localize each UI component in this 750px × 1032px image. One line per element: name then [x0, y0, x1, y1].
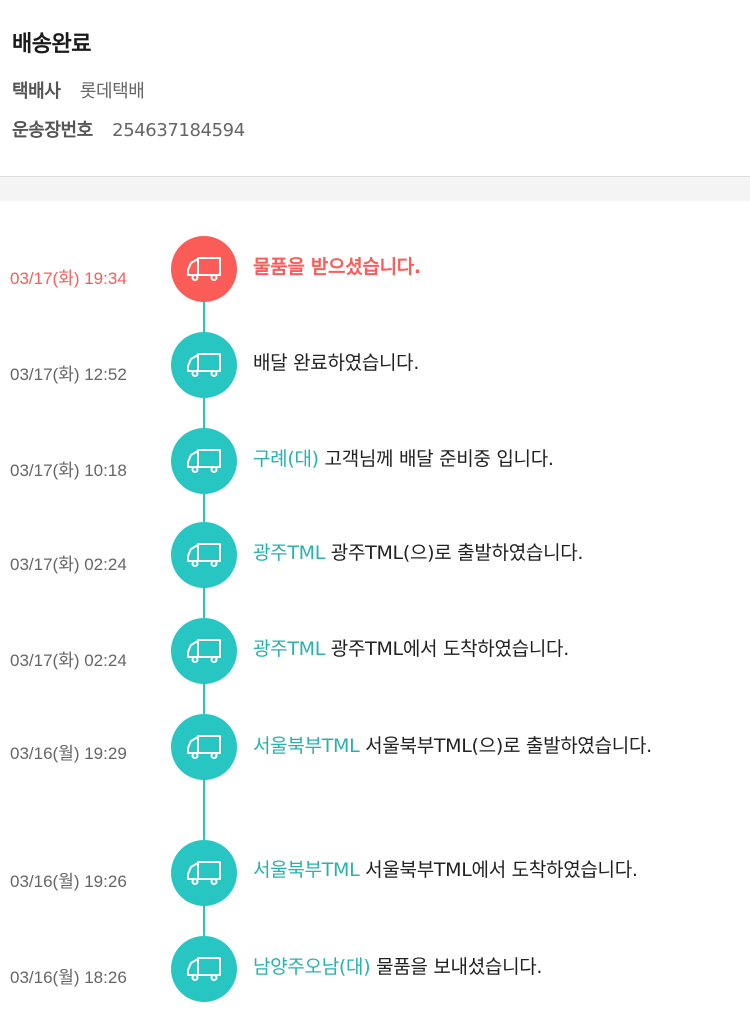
event-text: 배달 완료하였습니다.: [253, 352, 420, 374]
event-location: 서울북부TML: [253, 859, 360, 881]
event-text: 서울북부TML에서 도착하였습니다.: [365, 859, 638, 881]
event-text: 물품을 보내셨습니다.: [376, 956, 543, 978]
event-message: 광주TML 광주TML(으)로 출발하였습니다.: [253, 539, 733, 567]
tracking-timeline: 03/17(화) 19:34 물품을 받으셨습니다. 03/17(화) 12:5…: [0, 0, 750, 1032]
delivery-truck-icon: [171, 428, 237, 494]
event-message: 배달 완료하였습니다.: [253, 349, 733, 377]
event-text: 광주TML(으)로 출발하였습니다.: [330, 542, 584, 564]
event-text: 물품을 받으셨습니다.: [253, 256, 421, 278]
event-location: 광주TML: [253, 542, 326, 564]
event-message: 광주TML 광주TML에서 도착하였습니다.: [253, 635, 733, 663]
event-message: 남양주오남(대) 물품을 보내셨습니다.: [253, 953, 733, 981]
event-time: 03/17(화) 02:24: [10, 651, 127, 670]
delivery-truck-icon: [171, 522, 237, 588]
delivery-truck-icon: [171, 236, 237, 302]
event-time: 03/16(월) 19:29: [10, 744, 127, 763]
delivery-truck-icon: [171, 936, 237, 1002]
event-message: 물품을 받으셨습니다.: [253, 253, 733, 281]
event-time: 03/16(월) 18:26: [10, 968, 127, 987]
event-time: 03/17(화) 02:24: [10, 555, 127, 574]
delivery-truck-icon: [171, 840, 237, 906]
delivery-truck-icon: [171, 332, 237, 398]
event-time: 03/17(화) 19:34: [10, 269, 127, 288]
delivery-truck-icon: [171, 618, 237, 684]
event-time: 03/16(월) 19:26: [10, 872, 127, 891]
event-text: 광주TML에서 도착하였습니다.: [330, 638, 569, 660]
event-location: 남양주오남(대): [253, 956, 371, 978]
delivery-truck-icon: [171, 714, 237, 780]
event-time: 03/17(화) 10:18: [10, 461, 127, 480]
event-location: 서울북부TML: [253, 735, 360, 757]
event-location: 광주TML: [253, 638, 326, 660]
event-message: 서울북부TML 서울북부TML(으)로 출발하였습니다.: [253, 732, 715, 760]
event-text: 고객님께 배달 준비중 입니다.: [324, 448, 554, 470]
event-time: 03/17(화) 12:52: [10, 365, 127, 384]
event-text: 서울북부TML(으)로 출발하였습니다.: [365, 735, 652, 757]
event-location: 구례(대): [253, 448, 319, 470]
event-message: 서울북부TML 서울북부TML에서 도착하였습니다.: [253, 856, 733, 884]
event-message: 구례(대) 고객님께 배달 준비중 입니다.: [253, 445, 733, 473]
